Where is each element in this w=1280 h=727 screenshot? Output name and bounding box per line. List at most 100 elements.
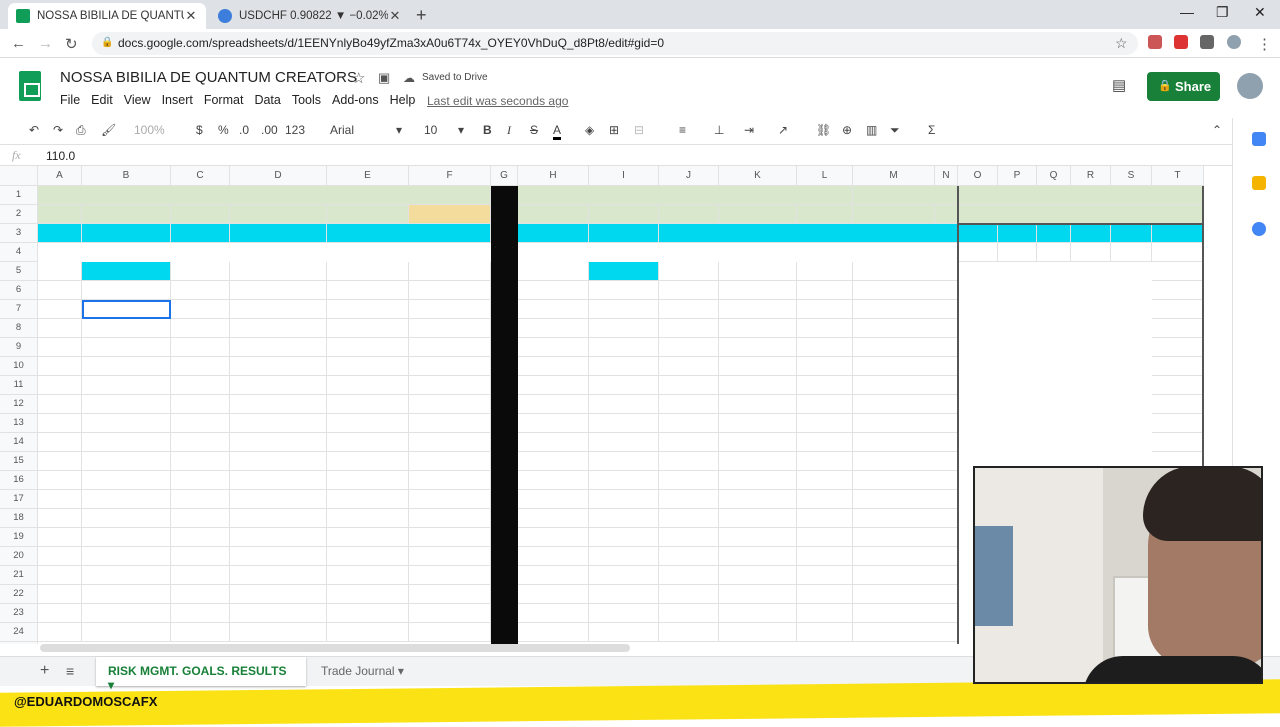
secondary-header-3[interactable]	[719, 205, 797, 224]
borders-icon[interactable]: ⊞	[609, 123, 619, 137]
menu-addons[interactable]: Add-ons	[332, 93, 379, 107]
column-header-c[interactable]: C	[171, 166, 230, 186]
main-cell[interactable]	[82, 623, 171, 642]
main-cell[interactable]	[38, 357, 82, 376]
main-cell[interactable]	[327, 262, 409, 281]
starting-balance[interactable]	[82, 224, 171, 243]
main-cell[interactable]	[230, 262, 327, 281]
main-cell[interactable]	[82, 433, 171, 452]
menu-format[interactable]: Format	[204, 93, 244, 107]
cell[interactable]	[853, 319, 958, 338]
secondary-header-2[interactable]	[659, 205, 719, 224]
formula-value[interactable]: 110.0	[46, 149, 75, 163]
share-button[interactable]: 🔒 Share	[1147, 72, 1220, 101]
main-cell[interactable]	[230, 414, 327, 433]
secondary-cell[interactable]	[659, 566, 719, 585]
secondary-cell[interactable]	[659, 319, 719, 338]
column-header-n[interactable]: N	[935, 166, 958, 186]
secondary-cell[interactable]	[589, 585, 659, 604]
main-cell[interactable]	[230, 471, 327, 490]
main-cell[interactable]	[82, 547, 171, 566]
account-avatar[interactable]	[1237, 73, 1263, 99]
main-cell[interactable]	[82, 452, 171, 471]
main-cell[interactable]	[171, 300, 230, 319]
cell[interactable]	[853, 623, 958, 642]
secondary-cell[interactable]	[797, 490, 853, 509]
cell[interactable]	[409, 623, 491, 642]
secondary-cell[interactable]	[659, 414, 719, 433]
main-cell[interactable]	[171, 338, 230, 357]
secondary-cell[interactable]	[589, 319, 659, 338]
menu-insert[interactable]: Insert	[162, 93, 193, 107]
column-header-g[interactable]: G	[491, 166, 518, 186]
column-header-l[interactable]: L	[797, 166, 853, 186]
main-cell[interactable]	[327, 319, 409, 338]
secondary-cell[interactable]	[797, 262, 853, 281]
main-cell[interactable]	[38, 604, 82, 623]
secondary-cell[interactable]	[589, 566, 659, 585]
secondary-cell[interactable]	[589, 395, 659, 414]
main-cell[interactable]	[38, 262, 82, 281]
secondary-cell[interactable]	[719, 281, 797, 300]
secondary-cell[interactable]	[589, 490, 659, 509]
secondary-cell[interactable]	[719, 471, 797, 490]
main-cell[interactable]	[82, 395, 171, 414]
secondary-cell[interactable]	[659, 300, 719, 319]
main-cell[interactable]	[82, 357, 171, 376]
main-cell[interactable]	[38, 395, 82, 414]
row-header-13[interactable]: 13	[0, 414, 38, 433]
main-cell[interactable]	[171, 623, 230, 642]
secondary-cell[interactable]	[659, 490, 719, 509]
back-arrow-icon[interactable]: ←	[11, 35, 26, 52]
main-cell[interactable]	[230, 357, 327, 376]
tracker-value[interactable]	[958, 243, 998, 262]
chevron-down-icon[interactable]: ▾	[396, 123, 402, 137]
text-wrap-icon[interactable]: ⇥	[744, 123, 754, 137]
column-header-a[interactable]: A	[38, 166, 82, 186]
main-cell[interactable]	[82, 604, 171, 623]
main-cell[interactable]	[230, 281, 327, 300]
secondary-cell[interactable]	[659, 395, 719, 414]
secondary-cell[interactable]	[518, 414, 589, 433]
add-sheet-icon[interactable]: +	[40, 662, 49, 680]
row-header-21[interactable]: 21	[0, 566, 38, 585]
secondary-cell[interactable]	[518, 547, 589, 566]
main-cell[interactable]	[327, 547, 409, 566]
main-cell[interactable]	[38, 281, 82, 300]
cell[interactable]	[853, 509, 958, 528]
strikethrough-icon[interactable]: S	[530, 123, 538, 137]
collapse-toolbar-icon[interactable]: ⌃	[1212, 123, 1222, 137]
main-cell[interactable]	[230, 509, 327, 528]
secondary-cell[interactable]	[797, 433, 853, 452]
main-cell[interactable]	[171, 262, 230, 281]
main-cell[interactable]	[82, 319, 171, 338]
main-cell[interactable]	[327, 509, 409, 528]
increase-decimal-button[interactable]: .00	[261, 123, 278, 137]
column-header-f[interactable]: F	[409, 166, 491, 186]
main-header-2[interactable]	[171, 205, 230, 224]
cell[interactable]	[409, 281, 491, 300]
main-cell[interactable]	[230, 623, 327, 642]
secondary-cell[interactable]	[659, 604, 719, 623]
row-header-17[interactable]: 17	[0, 490, 38, 509]
secondary-cell[interactable]	[589, 433, 659, 452]
filter-icon[interactable]: ⏷	[890, 123, 900, 138]
target-return[interactable]	[171, 224, 230, 243]
main-cell[interactable]	[82, 471, 171, 490]
row-header-7[interactable]: 7	[0, 300, 38, 319]
row-header-19[interactable]: 19	[0, 528, 38, 547]
row-header-20[interactable]: 20	[0, 547, 38, 566]
row-header-18[interactable]: 18	[0, 509, 38, 528]
main-cell[interactable]	[171, 528, 230, 547]
cell[interactable]	[518, 224, 589, 243]
cell[interactable]	[409, 319, 491, 338]
secondary-cell[interactable]	[518, 604, 589, 623]
secondary-cell[interactable]	[797, 395, 853, 414]
main-cell[interactable]	[171, 509, 230, 528]
secondary-cell[interactable]	[659, 623, 719, 642]
forward-arrow-icon[interactable]: →	[38, 35, 53, 52]
main-cell[interactable]	[327, 376, 409, 395]
secondary-cell[interactable]	[719, 262, 797, 281]
main-cell[interactable]	[327, 452, 409, 471]
row-header-14[interactable]: 14	[0, 433, 38, 452]
